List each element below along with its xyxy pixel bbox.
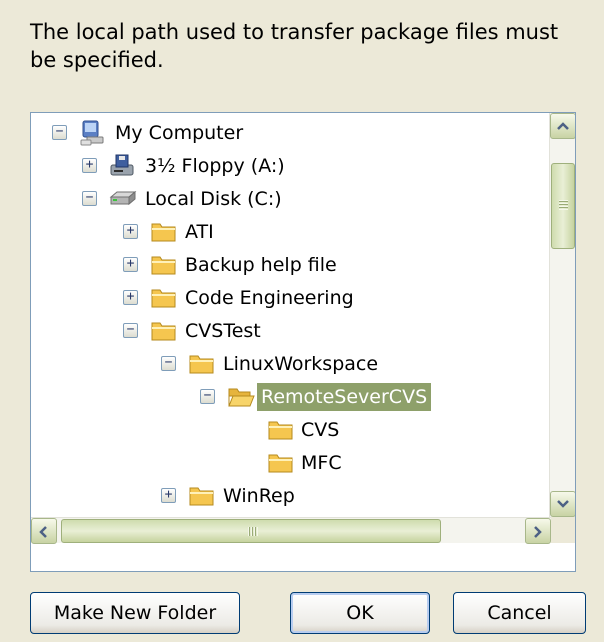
tree-node-cvs[interactable]: CVS xyxy=(31,414,551,446)
tree-node-label: Backup help file xyxy=(185,254,337,276)
tree-node-mfc[interactable]: MFC xyxy=(31,447,551,479)
arrow-down-icon xyxy=(557,500,569,508)
folder-icon xyxy=(150,252,178,276)
folder-icon xyxy=(150,318,178,342)
collapse-icon[interactable]: − xyxy=(200,389,215,404)
tree-node-winrep[interactable]: + WinRep xyxy=(31,480,551,512)
expand-icon[interactable]: + xyxy=(123,290,138,305)
tree-node-label: Code Engineering xyxy=(185,287,354,309)
arrow-up-icon xyxy=(557,122,569,130)
expand-icon[interactable]: + xyxy=(123,224,138,239)
tree-viewport: − My Computer + 3½ Floppy (A:) − Local D… xyxy=(31,113,551,517)
folder-icon xyxy=(188,483,216,507)
folder-icon xyxy=(150,219,178,243)
folder-icon xyxy=(267,417,295,441)
scrollbar-corner xyxy=(551,517,575,543)
tree-node-label: 3½ Floppy (A:) xyxy=(145,155,285,177)
horizontal-scroll-thumb[interactable] xyxy=(61,519,441,543)
expand-icon[interactable]: + xyxy=(123,257,138,272)
arrow-right-icon xyxy=(534,526,542,538)
tree-node-ati[interactable]: + ATI xyxy=(31,216,551,248)
collapse-icon[interactable]: − xyxy=(82,191,97,206)
open-folder-icon xyxy=(227,384,255,408)
tree-node-label: CVSTest xyxy=(185,320,261,342)
floppy-drive-icon xyxy=(109,153,137,177)
browse-folder-dialog: The local path used to transfer package … xyxy=(0,0,604,642)
horizontal-scrollbar[interactable] xyxy=(31,517,551,544)
scroll-right-button[interactable] xyxy=(525,518,551,544)
tree-node-label: ATI xyxy=(185,221,214,243)
scroll-up-button[interactable] xyxy=(550,113,575,139)
collapse-icon[interactable]: − xyxy=(123,323,138,338)
tree-node-local-disk[interactable]: − Local Disk (C:) xyxy=(31,183,551,215)
hard-disk-icon xyxy=(109,186,137,210)
expand-icon[interactable]: + xyxy=(161,488,176,503)
grip-icon xyxy=(559,200,568,210)
tree-node-label: MFC xyxy=(301,452,342,474)
expand-icon[interactable]: + xyxy=(82,158,97,173)
tree-node-label: WinRep xyxy=(223,485,295,507)
scroll-left-button[interactable] xyxy=(31,518,57,544)
vertical-scrollbar[interactable] xyxy=(549,113,575,517)
tree-node-label: LinuxWorkspace xyxy=(223,353,379,375)
instruction-text: The local path used to transfer package … xyxy=(30,20,559,72)
ok-button[interactable]: OK xyxy=(290,592,430,634)
folder-icon xyxy=(150,285,178,309)
make-new-folder-button[interactable]: Make New Folder xyxy=(30,592,240,634)
grip-icon xyxy=(248,527,258,536)
collapse-icon[interactable]: − xyxy=(161,356,176,371)
folder-tree[interactable]: − My Computer + 3½ Floppy (A:) − Local D… xyxy=(30,112,576,572)
folder-icon xyxy=(267,450,295,474)
tree-node-label: RemoteSeverCVS xyxy=(257,383,432,411)
vertical-scroll-thumb[interactable] xyxy=(551,163,575,249)
computer-icon xyxy=(79,120,107,146)
tree-node-linuxworkspace[interactable]: − LinuxWorkspace xyxy=(31,348,551,380)
tree-node-cvstest[interactable]: − CVSTest xyxy=(31,315,551,347)
tree-node-label: CVS xyxy=(301,419,340,441)
tree-node-remoteservercvs[interactable]: − RemoteSeverCVS xyxy=(31,381,551,413)
collapse-icon[interactable]: − xyxy=(52,125,67,140)
cancel-button[interactable]: Cancel xyxy=(453,592,586,634)
tree-node-code-engineering[interactable]: + Code Engineering xyxy=(31,282,551,314)
tree-node-label: My Computer xyxy=(115,122,244,144)
folder-icon xyxy=(188,351,216,375)
arrow-left-icon xyxy=(39,526,47,538)
scroll-down-button[interactable] xyxy=(550,491,575,517)
tree-node-my-computer[interactable]: − My Computer xyxy=(31,117,551,149)
tree-node-backup-help-file[interactable]: + Backup help file xyxy=(31,249,551,281)
tree-node-label: Local Disk (C:) xyxy=(145,188,282,210)
tree-node-floppy[interactable]: + 3½ Floppy (A:) xyxy=(31,150,551,182)
